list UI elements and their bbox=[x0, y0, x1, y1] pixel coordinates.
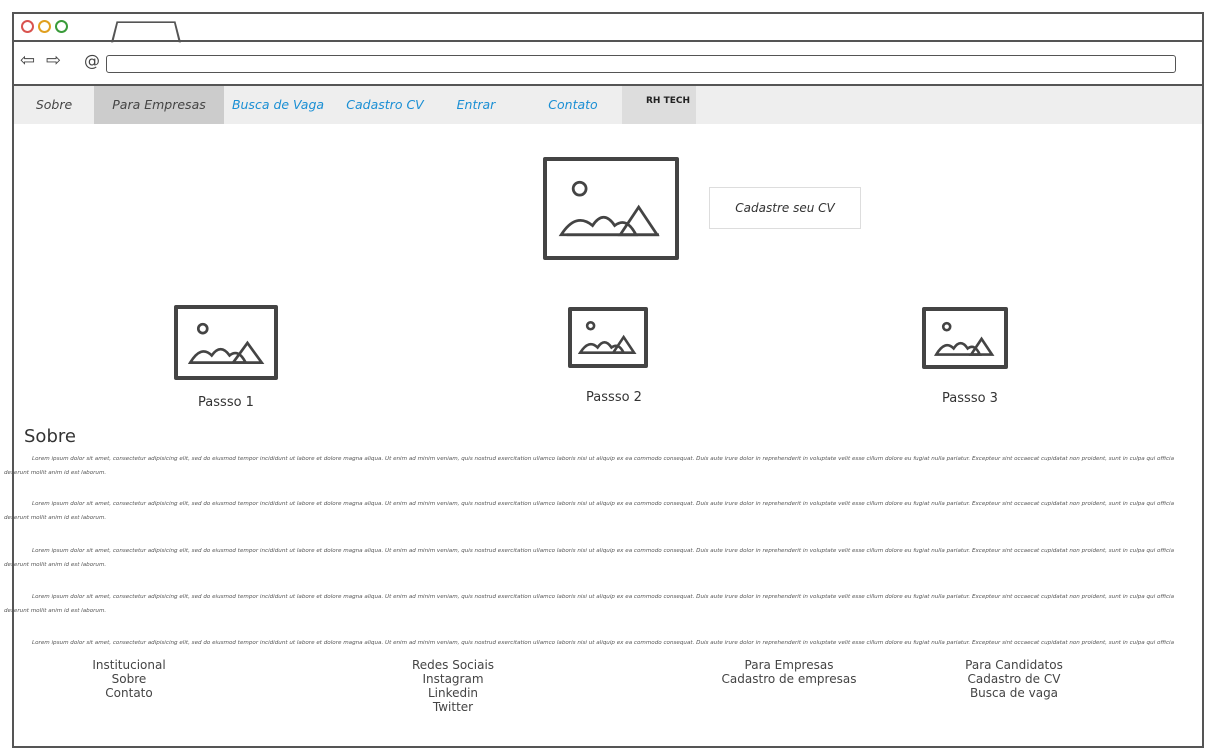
nav-item-para-empresas[interactable]: Para Empresas bbox=[94, 86, 224, 124]
nav-item-entrar[interactable]: Entrar bbox=[446, 86, 506, 124]
footer-link-cadastro-empresas[interactable]: Cadastro de empresas bbox=[714, 672, 864, 686]
step-1-image-icon bbox=[174, 305, 278, 380]
nav-item-cadastro-cv[interactable]: Cadastro CV bbox=[336, 86, 434, 124]
step-3-image-icon bbox=[922, 307, 1008, 369]
footer-candidatos-title: Para Candidatos bbox=[965, 658, 1063, 672]
hero-image-icon bbox=[543, 157, 679, 260]
footer-para-empresas: Para Empresas Cadastro de empresas bbox=[714, 658, 864, 686]
step-2-image-icon bbox=[568, 307, 648, 368]
close-window-icon[interactable] bbox=[21, 20, 34, 33]
footer-link-contato[interactable]: Contato bbox=[74, 686, 184, 700]
maximize-window-icon[interactable] bbox=[55, 20, 68, 33]
footer-link-instagram[interactable]: Instagram bbox=[398, 672, 508, 686]
sobre-paragraph-1: Lorem ipsum dolor sit amet, consectetur … bbox=[4, 456, 1175, 476]
sobre-paragraph-2: Lorem ipsum dolor sit amet, consectetur … bbox=[4, 501, 1175, 521]
browser-window: ⇦ ⇨ @ Sobre Para Empresas Busca de Vaga … bbox=[4, 12, 1204, 748]
footer-para-candidatos: Para Candidatos Cadastro de CV Busca de … bbox=[949, 658, 1079, 700]
nav-item-sobre[interactable]: Sobre bbox=[14, 86, 94, 124]
main-nav: Sobre Para Empresas Busca de Vaga Cadast… bbox=[14, 86, 1202, 124]
browser-tab[interactable] bbox=[111, 21, 181, 43]
footer-institucional: Institucional Sobre Contato bbox=[74, 658, 184, 700]
sobre-paragraph-5: Lorem ipsum dolor sit amet, consectetur … bbox=[32, 640, 1175, 646]
logo: RH TECH bbox=[646, 96, 691, 106]
footer-link-sobre[interactable]: Sobre bbox=[74, 672, 184, 686]
forward-arrow-icon[interactable]: ⇨ bbox=[46, 52, 61, 70]
url-input[interactable] bbox=[106, 55, 1176, 73]
nav-item-contato[interactable]: Contato bbox=[528, 86, 618, 124]
footer-link-twitter[interactable]: Twitter bbox=[398, 700, 508, 714]
back-arrow-icon[interactable]: ⇦ bbox=[20, 52, 35, 70]
address-bar: ⇦ ⇨ @ bbox=[14, 42, 1202, 86]
footer-link-busca-vaga[interactable]: Busca de vaga bbox=[949, 686, 1079, 700]
title-bar bbox=[14, 14, 1202, 43]
footer-redes-sociais: Redes Sociais Instagram Linkedin Twitter bbox=[398, 658, 508, 714]
sobre-heading: Sobre bbox=[24, 426, 76, 447]
at-sign-icon: @ bbox=[84, 51, 100, 70]
nav-item-busca-de-vaga[interactable]: Busca de Vaga bbox=[226, 86, 330, 124]
step-3-label: Passso 3 bbox=[942, 391, 998, 406]
minimize-window-icon[interactable] bbox=[38, 20, 51, 33]
footer-institucional-title: Institucional bbox=[92, 658, 166, 672]
sobre-paragraph-4: Lorem ipsum dolor sit amet, consectetur … bbox=[4, 594, 1175, 614]
cadastre-cv-button[interactable]: Cadastre seu CV bbox=[709, 187, 861, 229]
step-2-label: Passso 2 bbox=[586, 390, 642, 405]
footer-link-linkedin[interactable]: Linkedin bbox=[398, 686, 508, 700]
logo-container[interactable]: RH TECH bbox=[622, 86, 696, 124]
footer-redes-title: Redes Sociais bbox=[411, 658, 495, 672]
step-1-label: Passso 1 bbox=[198, 395, 254, 410]
footer-empresas-title: Para Empresas bbox=[744, 658, 834, 672]
footer-link-cadastro-cv[interactable]: Cadastro de CV bbox=[949, 672, 1079, 686]
sobre-paragraph-3: Lorem ipsum dolor sit amet, consectetur … bbox=[4, 548, 1175, 568]
